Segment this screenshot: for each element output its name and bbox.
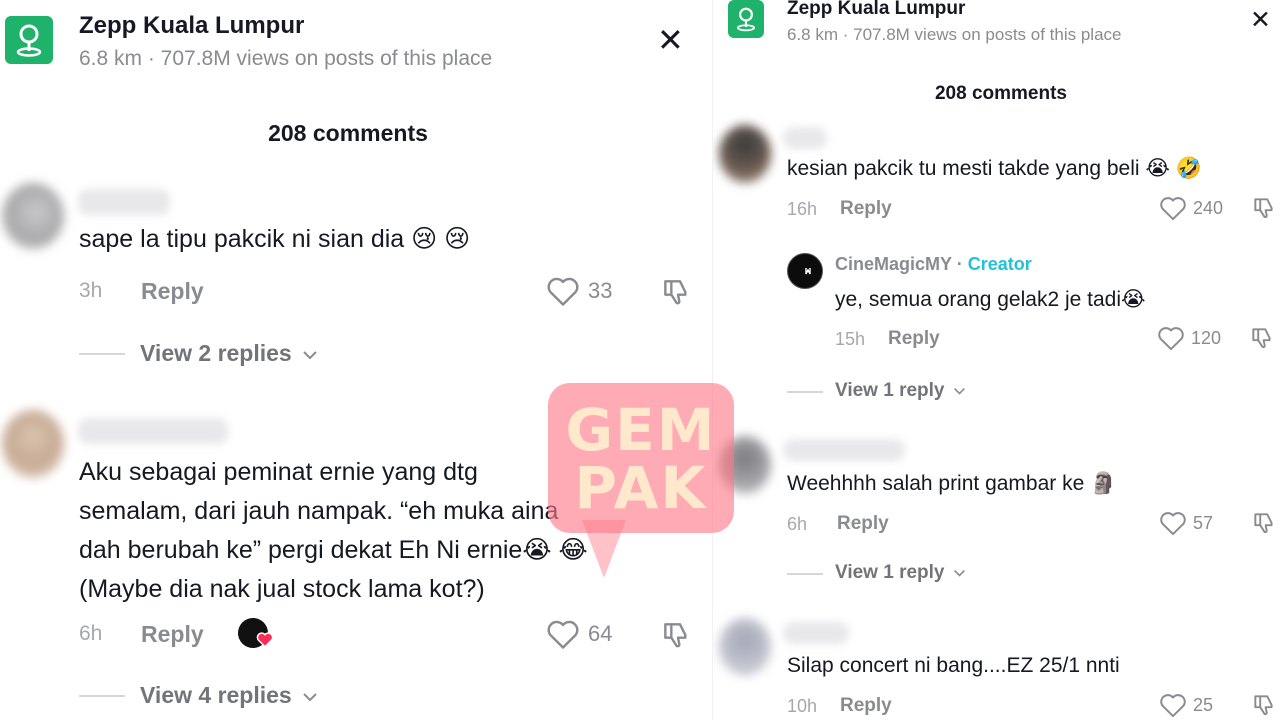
thumbs-down-icon[interactable]	[1249, 325, 1275, 351]
like-button[interactable]: 57	[1159, 510, 1213, 536]
comment-text: sape la tipu pakcik ni sian dia 😢 😢	[79, 225, 471, 253]
location-badge	[728, 0, 764, 38]
view-replies-label: View 1 reply	[835, 562, 945, 583]
comment-text: ye, semua orang gelak2 je tadi😭	[835, 288, 1146, 311]
like-count: 33	[588, 278, 613, 303]
creator-liked-badge	[238, 618, 274, 650]
like-count: 57	[1193, 512, 1214, 533]
close-icon[interactable]: ✕	[1250, 8, 1271, 33]
username[interactable]	[783, 439, 905, 461]
thumbs-down-icon[interactable]	[1251, 510, 1277, 536]
view-replies-label: View 4 replies	[140, 682, 292, 708]
reply-button[interactable]: Reply	[840, 695, 892, 717]
place-title[interactable]: Zepp Kuala Lumpur	[787, 0, 965, 20]
left-comments-panel: Zepp Kuala Lumpur 6.8 km · 707.8M views …	[0, 0, 712, 720]
username[interactable]	[78, 418, 228, 444]
like-button[interactable]: 240	[1159, 195, 1223, 221]
avatar[interactable]	[719, 618, 771, 676]
comment-time: 10h	[787, 696, 818, 716]
like-button[interactable]: 25	[1159, 692, 1213, 718]
heart-icon	[1160, 197, 1186, 221]
thumbs-down-icon[interactable]	[1251, 195, 1277, 221]
comment-time: 6h	[79, 622, 103, 645]
comment-text: kesian pakcik tu mesti takde yang beli 😭…	[787, 157, 1202, 180]
heart-icon	[1160, 512, 1186, 536]
close-icon[interactable]: ✕	[657, 24, 684, 56]
comment-text: Aku sebagai peminat ernie yang dtg semal…	[79, 453, 588, 609]
view-replies-label: View 1 reply	[835, 380, 945, 401]
reply-button[interactable]: Reply	[837, 513, 889, 535]
divider	[787, 391, 823, 393]
place-subtitle: 6.8 km · 707.8M views on posts of this p…	[787, 25, 1122, 44]
divider	[79, 353, 125, 355]
reply-button[interactable]: Reply	[141, 621, 204, 648]
comment-time: 15h	[835, 329, 866, 349]
thumbs-down-icon[interactable]	[660, 619, 692, 651]
watermark-line-2: PAK	[574, 454, 708, 522]
chevron-down-icon	[953, 387, 965, 395]
heart-icon	[1158, 327, 1184, 351]
heart-icon	[256, 632, 274, 648]
creator-name[interactable]: CineMagicMY · Creator	[835, 254, 1032, 275]
chevron-down-icon	[303, 351, 317, 360]
like-count: 25	[1193, 694, 1214, 715]
like-count: 120	[1191, 327, 1222, 348]
creator-username: CineMagicMY	[835, 254, 952, 274]
divider	[79, 695, 125, 697]
creator-logo-icon	[799, 263, 811, 279]
separator: ·	[951, 254, 968, 274]
like-count: 64	[588, 621, 613, 646]
like-button[interactable]: 120	[1157, 325, 1221, 351]
comment-text: Weehhhh salah print gambar ke 🗿	[787, 472, 1117, 495]
reply-button[interactable]: Reply	[840, 198, 892, 220]
chevron-down-icon	[953, 569, 965, 577]
comment-time: 3h	[79, 279, 103, 302]
comment-text: Silap concert ni bang....EZ 25/1 nnti	[787, 654, 1120, 677]
heart-icon	[547, 277, 579, 306]
view-replies-button[interactable]: View 2 replies	[140, 340, 318, 367]
right-comments-panel: Zepp Kuala Lumpur 6.8 km · 707.8M views …	[712, 0, 1280, 720]
reply-button[interactable]: Reply	[141, 278, 204, 305]
thumbs-down-icon[interactable]	[1251, 692, 1277, 718]
place-subtitle: 6.8 km · 707.8M views on posts of this p…	[79, 47, 493, 70]
gempak-watermark: GEM PAK	[548, 383, 734, 533]
comment-text-line: semalam, dari jauh nampak. “eh muka aina	[79, 497, 559, 525]
username[interactable]	[783, 622, 849, 644]
chevron-down-icon	[303, 693, 317, 702]
view-replies-button[interactable]: View 1 reply	[835, 380, 966, 402]
like-button[interactable]: 64	[546, 618, 612, 650]
map-pin-icon	[737, 7, 755, 32]
watermark-line-1: GEM	[565, 396, 717, 464]
comment-text-line: (Maybe dia nak jual stock lama kot?)	[79, 575, 485, 603]
creator-badge: Creator	[967, 254, 1032, 274]
username[interactable]	[78, 189, 170, 215]
creator-avatar[interactable]	[787, 253, 823, 289]
reply-button[interactable]: Reply	[888, 328, 940, 350]
avatar[interactable]	[2, 183, 64, 249]
view-replies-button[interactable]: View 1 reply	[835, 562, 966, 584]
map-pin-icon	[16, 24, 42, 57]
avatar[interactable]	[719, 125, 771, 183]
view-replies-button[interactable]: View 4 replies	[140, 682, 318, 709]
username[interactable]	[783, 127, 827, 149]
comment-count: 208 comments	[268, 120, 428, 146]
comment-time: 16h	[787, 199, 818, 219]
heart-icon	[1160, 694, 1186, 718]
place-title[interactable]: Zepp Kuala Lumpur	[79, 12, 304, 40]
divider	[787, 573, 823, 575]
location-badge	[5, 16, 53, 64]
like-count: 240	[1193, 197, 1224, 218]
view-replies-label: View 2 replies	[140, 340, 292, 366]
comment-time: 6h	[787, 514, 808, 534]
thumbs-down-icon[interactable]	[660, 276, 692, 308]
comment-count: 208 comments	[934, 83, 1067, 104]
comment-text-line: Aku sebagai peminat ernie yang dtg	[79, 458, 478, 486]
comment-text-line: dah berubah ke” pergi dekat Eh Ni ernie😭…	[79, 536, 588, 564]
avatar[interactable]	[2, 410, 64, 478]
heart-icon	[547, 620, 579, 649]
like-button[interactable]: 33	[546, 275, 612, 307]
